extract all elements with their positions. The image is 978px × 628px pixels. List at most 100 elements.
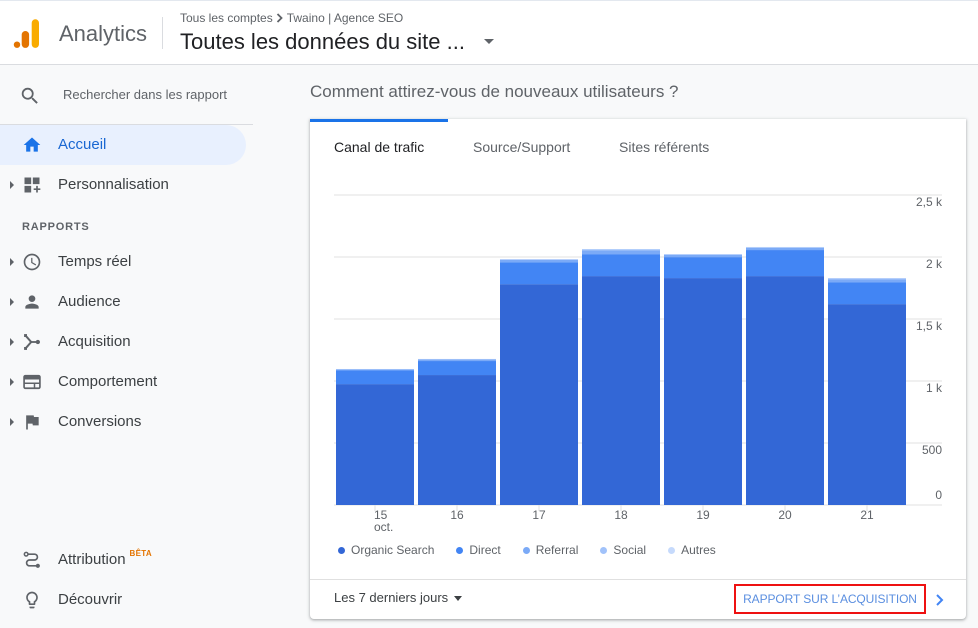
x-tick-label: 20 [778,508,792,522]
legend-dot-icon [522,546,530,554]
bar-segment-referral[interactable] [828,279,906,283]
acquisition-report-link[interactable]: RAPPORT SUR L’ACQUISITION [743,591,917,607]
attribution-path-icon [23,551,40,568]
bar-segment-organic-search[interactable] [746,276,824,505]
legend-dot-icon [456,546,464,554]
legend-item-autres[interactable]: Autres [668,542,716,558]
home-icon [23,137,41,152]
bar-segment-social[interactable] [664,254,742,255]
bar-segment-referral[interactable] [664,254,742,258]
bar-segment-direct[interactable] [336,370,414,385]
bar-segment-organic-search[interactable] [828,304,906,505]
app-name: Analytics [59,21,148,46]
sidebar-item-conversions[interactable]: Conversions [0,402,246,442]
card-footer-divider [310,579,966,580]
expand-caret-icon[interactable] [10,181,14,189]
chart-legend: Organic Search Direct Referral Social Autres [338,542,716,558]
x-tick-label: 16 [450,508,464,522]
breadcrumb-account[interactable]: Tous les comptes [180,10,273,26]
beta-badge: BÊTA [129,549,152,558]
sidebar-item-label: Attribution BÊTA [58,549,152,569]
bar-segment-social[interactable] [582,249,660,251]
tab-source-support[interactable]: Source/Support [473,138,570,156]
caret-down-icon[interactable] [482,37,496,47]
merge-icon [24,334,40,350]
sidebar-item-acquisition[interactable]: Acquisition [0,322,246,362]
x-tick-label: 18 [614,508,628,522]
bar-segment-referral[interactable] [746,247,824,251]
breadcrumb[interactable]: Tous les comptes Twaino | Agence SEO [180,10,403,26]
sidebar-item-comportement[interactable]: Comportement [0,362,246,402]
search-input[interactable]: Rechercher dans les rapport [63,87,227,103]
bar-segment-referral[interactable] [336,369,414,371]
tab-canal-de-trafic[interactable]: Canal de trafic [334,138,424,156]
bar-segment-organic-search[interactable] [418,375,496,505]
acquisition-card: Canal de trafic Source/Support Sites réf… [310,119,966,619]
y-tick-label: 1 k [926,381,943,395]
expand-caret-icon[interactable] [10,418,14,426]
legend-item-social[interactable]: Social [600,542,646,558]
y-tick-label: 2 k [926,257,943,271]
x-tick-label-line: 20 [778,508,792,522]
expand-caret-icon[interactable] [10,298,14,306]
clock-icon [23,253,41,271]
x-tick-label-line: 17 [532,508,546,522]
bar-segment-direct[interactable] [664,257,742,279]
bar-segment-social[interactable] [828,278,906,280]
bar-segment-organic-search[interactable] [336,384,414,505]
sidebar-item-decouvrir[interactable]: Découvrir [0,580,246,620]
bar-segment-organic-search[interactable] [500,284,578,505]
expand-caret-icon[interactable] [10,258,14,266]
breadcrumb-property[interactable]: Twaino | Agence SEO [287,10,404,26]
legend-item-referral[interactable]: Referral [522,542,578,558]
date-range-selector[interactable]: Les 7 derniers jours [334,590,463,606]
bar-segment-direct[interactable] [828,282,906,305]
sidebar-item-label: Comportement [58,373,158,390]
acquisition-report-link-highlight[interactable]: RAPPORT SUR L’ACQUISITION [734,584,926,614]
sidebar-item-label: Découvrir [58,591,123,608]
sidebar-item-attribution[interactable]: Attribution BÊTA [0,540,246,580]
chevron-right-icon [276,13,283,23]
sidebar-item-temps-reel[interactable]: Temps réel [0,242,246,282]
x-tick-label-line: 18 [614,508,628,522]
bar-segment-social[interactable] [500,259,578,260]
sidebar-item-label: Accueil [58,136,107,153]
search-icon[interactable] [19,85,41,107]
view-selector-title[interactable]: Toutes les données du site ... [180,28,465,56]
bar-segment-organic-search[interactable] [664,278,742,505]
legend-item-organic-search[interactable]: Organic Search [338,542,434,558]
sidebar-item-label: Personnalisation [58,176,169,193]
analytics-logo-icon[interactable] [10,15,42,51]
x-tick-label-line: 16 [450,508,464,522]
sidebar-item-label-text: Attribution [58,551,126,568]
bar-segment-direct[interactable] [500,262,578,285]
top-header: Analytics Tous les comptes Twaino | Agen… [0,0,978,65]
y-tick-label: 2,5 k [916,195,943,209]
section-label-reports: RAPPORTS [22,221,90,233]
sidebar-item-label: Acquisition [58,333,131,350]
tab-sites-referents[interactable]: Sites référents [619,138,709,156]
bar-segment-social[interactable] [746,247,824,248]
sidebar-item-label: Audience [58,293,121,310]
bar-segment-referral[interactable] [500,259,578,263]
chevron-right-icon[interactable] [934,593,946,607]
bar-segment-referral[interactable] [418,359,496,362]
legend-label: Social [613,543,647,557]
date-range-label: Les 7 derniers jours [334,590,449,605]
bar-segment-organic-search[interactable] [582,276,660,505]
report-search[interactable]: Rechercher dans les rapport [0,75,253,115]
bar-segment-direct[interactable] [746,250,824,277]
y-tick-label: 1,5 k [916,319,943,333]
x-tick-label: 17 [532,508,546,522]
legend-item-direct[interactable]: Direct [456,542,501,558]
sidebar-item-accueil[interactable]: Accueil [0,125,246,165]
bar-segment-referral[interactable] [582,250,660,255]
expand-caret-icon[interactable] [10,378,14,386]
x-tick-label-line: oct. [374,520,393,534]
sidebar-item-audience[interactable]: Audience [0,282,246,322]
sidebar-item-personnalisation[interactable]: Personnalisation [0,165,246,205]
bar-segment-direct[interactable] [418,361,496,376]
legend-label: Autres [681,543,716,557]
bar-segment-direct[interactable] [582,254,660,277]
expand-caret-icon[interactable] [10,338,14,346]
